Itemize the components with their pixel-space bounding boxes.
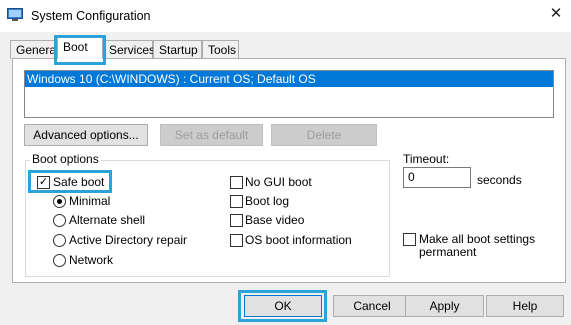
alternate-shell-radio[interactable] bbox=[53, 214, 66, 227]
help-button[interactable]: Help bbox=[486, 295, 564, 317]
delete-button[interactable]: Delete bbox=[271, 124, 377, 146]
minimal-radio[interactable] bbox=[53, 195, 66, 208]
os-boot-information-checkbox[interactable] bbox=[230, 234, 243, 247]
base-video-label: Base video bbox=[245, 213, 305, 227]
set-as-default-button[interactable]: Set as default bbox=[160, 124, 263, 146]
boot-log-checkbox[interactable] bbox=[230, 195, 243, 208]
tab-services[interactable]: Services bbox=[103, 40, 155, 59]
os-boot-information-label: OS boot information bbox=[245, 233, 352, 247]
system-configuration-icon bbox=[7, 8, 23, 21]
make-permanent-checkbox[interactable] bbox=[403, 233, 416, 246]
boot-log-label: Boot log bbox=[245, 194, 290, 208]
active-directory-repair-radio[interactable] bbox=[53, 234, 66, 247]
safe-boot-checkbox[interactable]: ✓ bbox=[37, 176, 50, 189]
make-permanent-label-line1: Make all boot settings bbox=[419, 232, 536, 246]
timeout-unit: seconds bbox=[477, 173, 522, 187]
timeout-input[interactable]: 0 bbox=[403, 167, 471, 188]
os-list-item[interactable]: Windows 10 (C:\WINDOWS) : Current OS; De… bbox=[25, 71, 553, 87]
advanced-options-button[interactable]: Advanced options... bbox=[24, 124, 148, 146]
close-icon[interactable]: ✕ bbox=[546, 4, 566, 24]
no-gui-boot-label: No GUI boot bbox=[245, 175, 312, 189]
window-title: System Configuration bbox=[31, 9, 151, 23]
safe-boot-label: Safe boot bbox=[53, 175, 105, 189]
radio-selected-dot bbox=[57, 199, 62, 204]
alternate-shell-label: Alternate shell bbox=[69, 213, 146, 227]
tab-startup[interactable]: Startup bbox=[153, 40, 202, 59]
network-radio[interactable] bbox=[53, 254, 66, 267]
ok-button[interactable]: OK bbox=[244, 295, 322, 317]
base-video-checkbox[interactable] bbox=[230, 214, 243, 227]
minimal-label: Minimal bbox=[69, 194, 111, 208]
apply-button[interactable]: Apply bbox=[405, 295, 484, 317]
timeout-label: Timeout: bbox=[403, 152, 450, 166]
tab-general[interactable]: General bbox=[10, 40, 59, 59]
boot-options-label: Boot options bbox=[30, 152, 101, 166]
tab-boot[interactable]: Boot bbox=[57, 37, 103, 59]
network-label: Network bbox=[69, 253, 114, 267]
make-permanent-label-line2: permanent bbox=[419, 245, 477, 259]
active-directory-repair-label: Active Directory repair bbox=[69, 233, 188, 247]
tab-tools[interactable]: Tools bbox=[202, 40, 239, 59]
no-gui-boot-checkbox[interactable] bbox=[230, 176, 243, 189]
cancel-button[interactable]: Cancel bbox=[333, 295, 411, 317]
